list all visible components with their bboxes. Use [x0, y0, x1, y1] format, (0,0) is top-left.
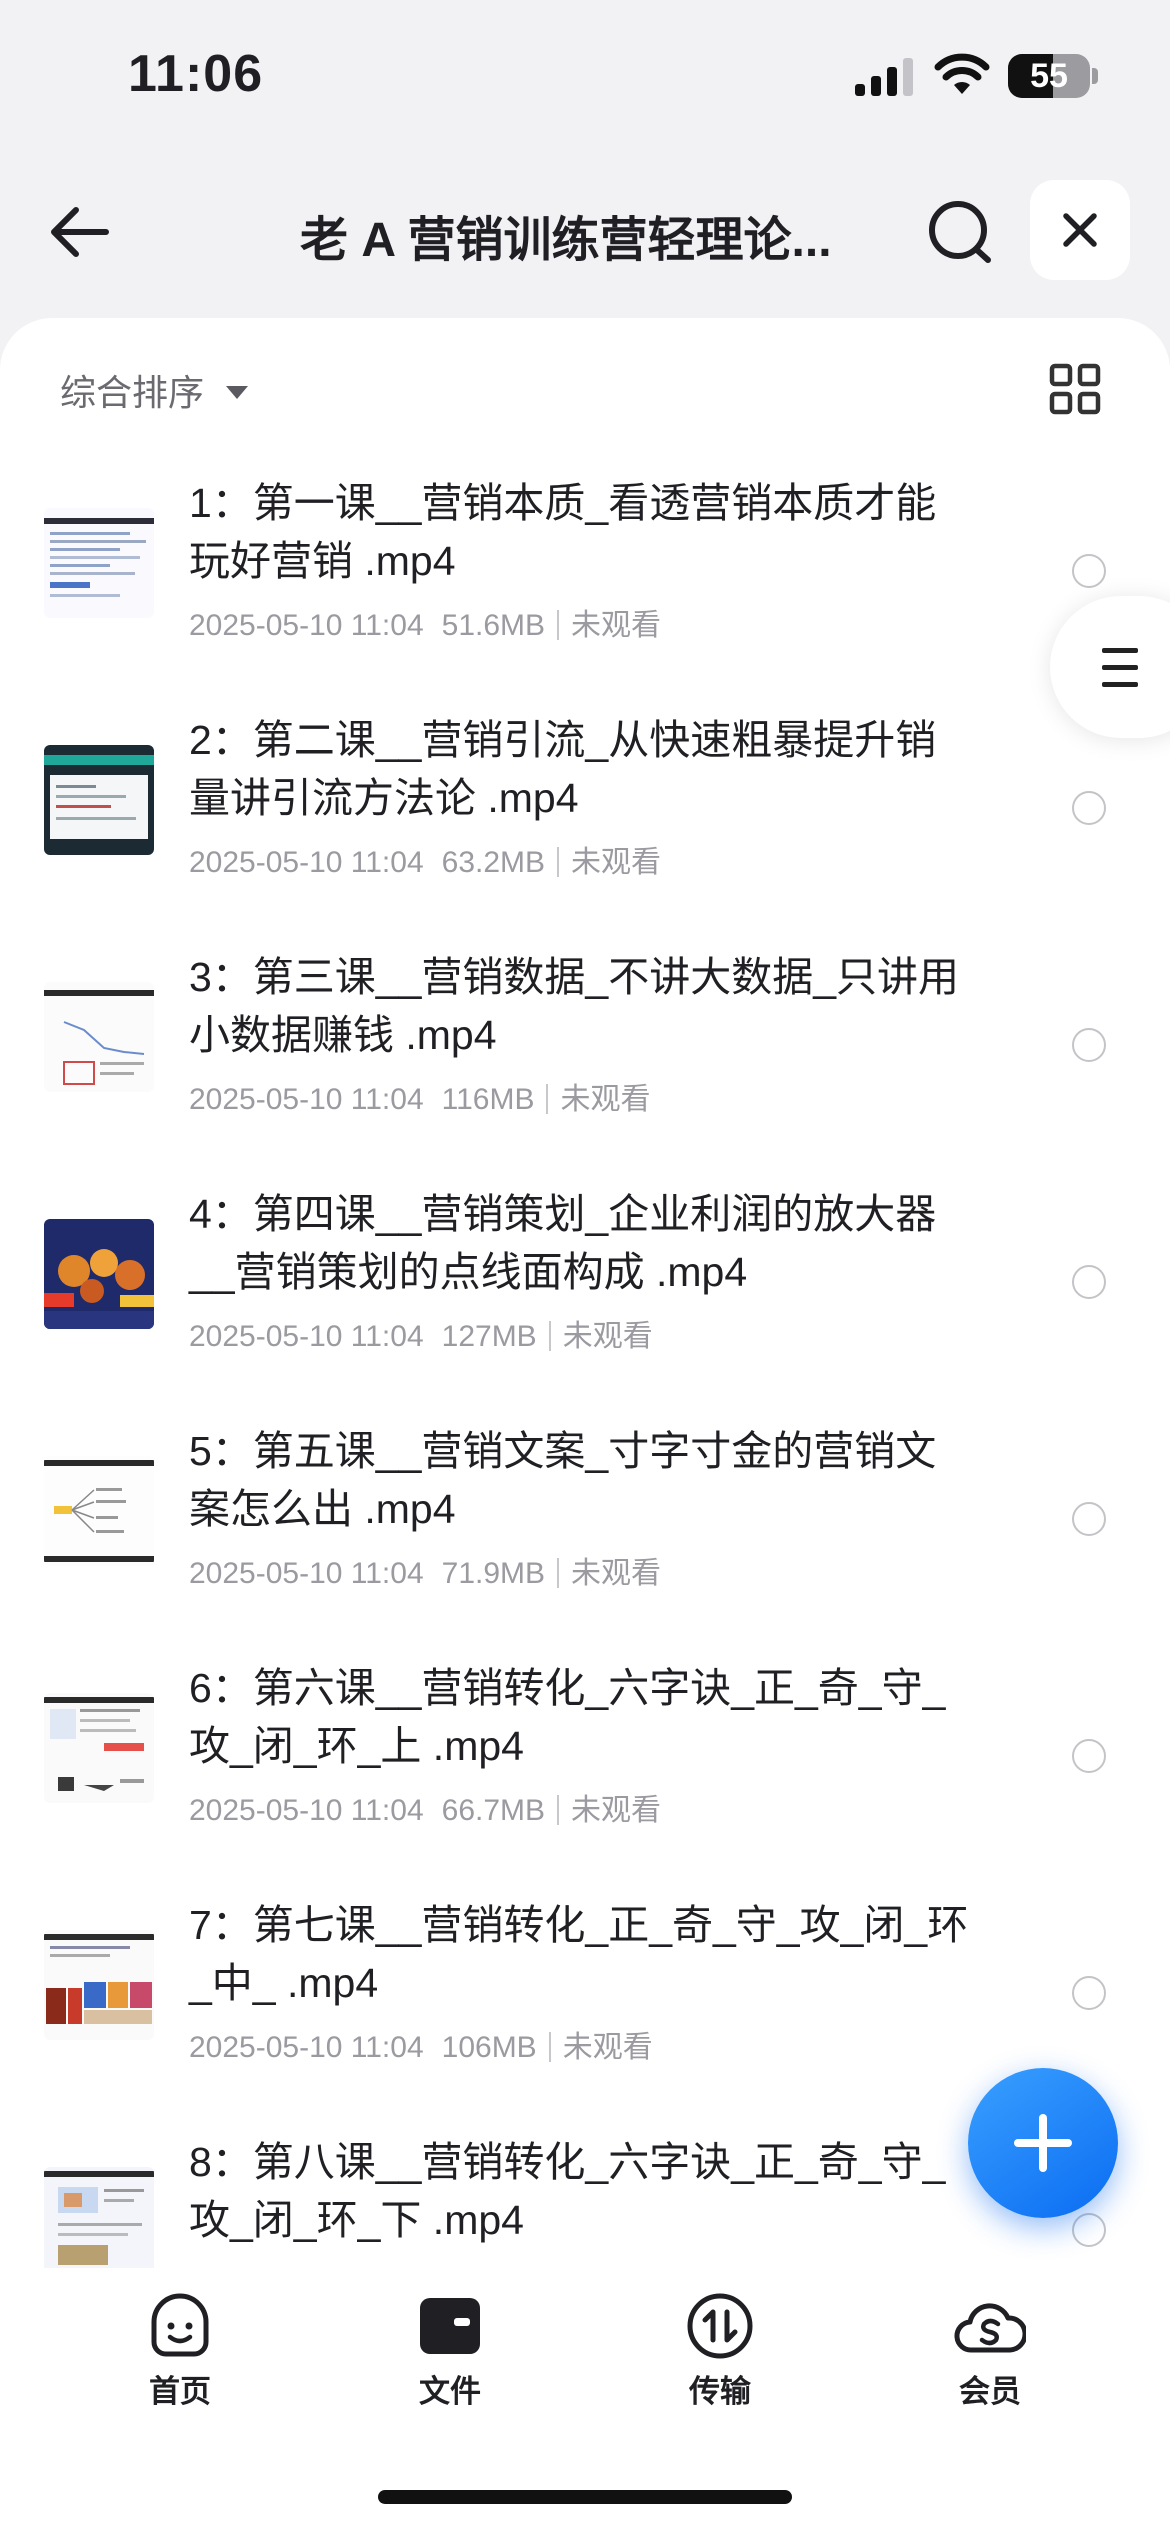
transfer-icon [687, 2293, 753, 2359]
select-radio[interactable] [1072, 2213, 1106, 2247]
file-row[interactable]: 5：第五课__营销文案_寸字寸金的营销文案怎么出 .mp4 2025-05-10… [0, 1416, 1170, 1653]
file-meta: 2025-05-10 11:04 71.9MB 未观看 [189, 1548, 661, 1592]
search-button[interactable] [920, 192, 1000, 272]
grid-view-icon [1049, 363, 1101, 415]
file-meta: 2025-05-10 11:04 63.2MB 未观看 [189, 837, 661, 881]
select-radio[interactable] [1072, 1028, 1106, 1062]
file-size: 127MB [441, 1320, 537, 1353]
video-thumbnail [44, 1456, 154, 1566]
tab-label: 会员 [959, 2374, 1021, 2409]
file-size: 71.9MB [441, 1557, 546, 1590]
file-date: 2025-05-10 11:04 [189, 1557, 424, 1590]
signal-icon [855, 58, 913, 96]
search-icon [929, 201, 991, 263]
watch-status: 未观看 [571, 1794, 662, 1827]
menu-icon [1102, 648, 1138, 699]
close-icon [1063, 213, 1097, 247]
file-name: 4：第四课__营销策划_企业利润的放大器__营销策划的点线面构成 .mp4 [189, 1191, 937, 1295]
video-thumbnail [44, 2167, 154, 2268]
file-size: 63.2MB [441, 846, 546, 879]
select-radio[interactable] [1072, 1265, 1106, 1299]
tab-home[interactable]: 首页 [110, 2290, 250, 2411]
video-thumbnail [44, 1930, 154, 2040]
file-name: 2：第二课__营销引流_从快速粗暴提升销量讲引流方法论 .mp4 [189, 717, 937, 821]
watch-status: 未观看 [571, 609, 662, 642]
file-meta: 2025-05-10 11:04 106MB 未观看 [189, 2022, 653, 2066]
file-name: 3：第三课__营销数据_不讲大数据_只讲用小数据赚钱 .mp4 [189, 954, 960, 1058]
file-name: 6：第六课__营销转化_六字诀_正_奇_守_攻_闭_环_上 .mp4 [189, 1665, 946, 1769]
sort-dropdown[interactable]: 综合排序 [60, 364, 249, 416]
home-indicator [378, 2490, 792, 2504]
watch-status: 未观看 [571, 846, 662, 879]
watch-status: 未观看 [562, 1320, 653, 1353]
file-row[interactable]: 2：第二课__营销引流_从快速粗暴提升销量讲引流方法论 .mp4 2025-05… [0, 705, 1170, 942]
file-meta: 2025-05-10 11:04 116MB 未观看 [189, 1074, 650, 1118]
add-button[interactable] [968, 2068, 1118, 2218]
file-size: 51.6MB [441, 609, 546, 642]
file-date: 2025-05-10 11:04 [189, 1794, 424, 1827]
select-radio[interactable] [1072, 791, 1106, 825]
file-meta: 2025-05-10 11:04 51.6MB 未观看 [189, 600, 661, 644]
close-button[interactable] [1030, 180, 1130, 280]
file-row[interactable]: 3：第三课__营销数据_不讲大数据_只讲用小数据赚钱 .mp4 2025-05-… [0, 942, 1170, 1179]
file-date: 2025-05-10 11:04 [189, 1083, 424, 1116]
back-button[interactable] [40, 192, 120, 272]
status-time: 11:06 [128, 45, 264, 103]
cloud-s-icon [954, 2303, 1026, 2353]
select-radio[interactable] [1072, 554, 1106, 588]
bottom-tab-bar: 首页 文件 传输 会员 [0, 2268, 1170, 2532]
sort-label: 综合排序 [60, 372, 205, 413]
page-title: 老 A 营销训练营轻理论... [300, 214, 832, 267]
file-size: 106MB [441, 2031, 537, 2064]
watch-status: 未观看 [571, 1557, 662, 1590]
file-date: 2025-05-10 11:04 [189, 609, 424, 642]
select-radio[interactable] [1072, 1739, 1106, 1773]
file-meta: 2025-05-10 11:04 66.7MB 未观看 [189, 1785, 661, 1829]
tab-label: 首页 [149, 2374, 211, 2409]
folder-icon [420, 2298, 480, 2354]
tab-transfer[interactable]: 传输 [650, 2290, 790, 2411]
file-date: 2025-05-10 11:04 [189, 846, 424, 879]
status-bar: 11:06 55 [0, 0, 1170, 150]
file-meta: 2025-05-10 11:04 127MB 未观看 [189, 1311, 653, 1355]
watch-status: 未观看 [560, 1083, 651, 1116]
tab-label: 文件 [419, 2374, 481, 2409]
watch-status: 未观看 [562, 2031, 653, 2064]
video-thumbnail [44, 982, 154, 1092]
file-row[interactable]: 1：第一课__营销本质_看透营销本质才能玩好营销 .mp4 2025-05-10… [0, 468, 1170, 705]
file-name: 1：第一课__营销本质_看透营销本质才能玩好营销 .mp4 [189, 480, 937, 584]
file-date: 2025-05-10 11:04 [189, 1320, 424, 1353]
file-list: 1：第一课__营销本质_看透营销本质才能玩好营销 .mp4 2025-05-10… [0, 468, 1170, 2268]
wifi-icon [934, 53, 990, 94]
select-radio[interactable] [1072, 1502, 1106, 1536]
file-row[interactable]: 6：第六课__营销转化_六字诀_正_奇_守_攻_闭_环_上 .mp4 2025-… [0, 1653, 1170, 1890]
file-date: 2025-05-10 11:04 [189, 2031, 424, 2064]
file-list-panel: 综合排序 1：第一课__营销本质_看透营销本质才能玩好营销 .mp4 2025-… [0, 318, 1170, 2268]
arrow-left-icon [51, 207, 109, 257]
battery-icon: 55 [1008, 54, 1090, 98]
grid-view-button[interactable] [1048, 362, 1102, 416]
video-thumbnail [44, 745, 154, 855]
file-name: 7：第七课__营销转化_正_奇_守_攻_闭_环_中_ .mp4 [189, 1902, 969, 2006]
video-thumbnail [44, 508, 154, 618]
file-size: 116MB [441, 1083, 535, 1116]
file-name: 8：第八课__营销转化_六字诀_正_奇_守_攻_闭_环_下 .mp4 [189, 2139, 946, 2243]
file-row[interactable]: 4：第四课__营销策划_企业利润的放大器__营销策划的点线面构成 .mp4 20… [0, 1179, 1170, 1416]
smile-face-icon [151, 2293, 209, 2357]
battery-level: 55 [1030, 57, 1068, 95]
battery-tip [1092, 68, 1098, 84]
tab-label: 传输 [689, 2374, 751, 2409]
tab-vip[interactable]: 会员 [920, 2290, 1060, 2411]
video-thumbnail [44, 1219, 154, 1329]
tab-files[interactable]: 文件 [380, 2290, 520, 2411]
file-size: 66.7MB [441, 1794, 546, 1827]
top-nav: 老 A 营销训练营轻理论... [0, 170, 1170, 290]
file-name: 5：第五课__营销文案_寸字寸金的营销文案怎么出 .mp4 [189, 1428, 937, 1532]
video-thumbnail [44, 1693, 154, 1803]
select-radio[interactable] [1072, 1976, 1106, 2010]
caret-down-icon [226, 385, 249, 399]
